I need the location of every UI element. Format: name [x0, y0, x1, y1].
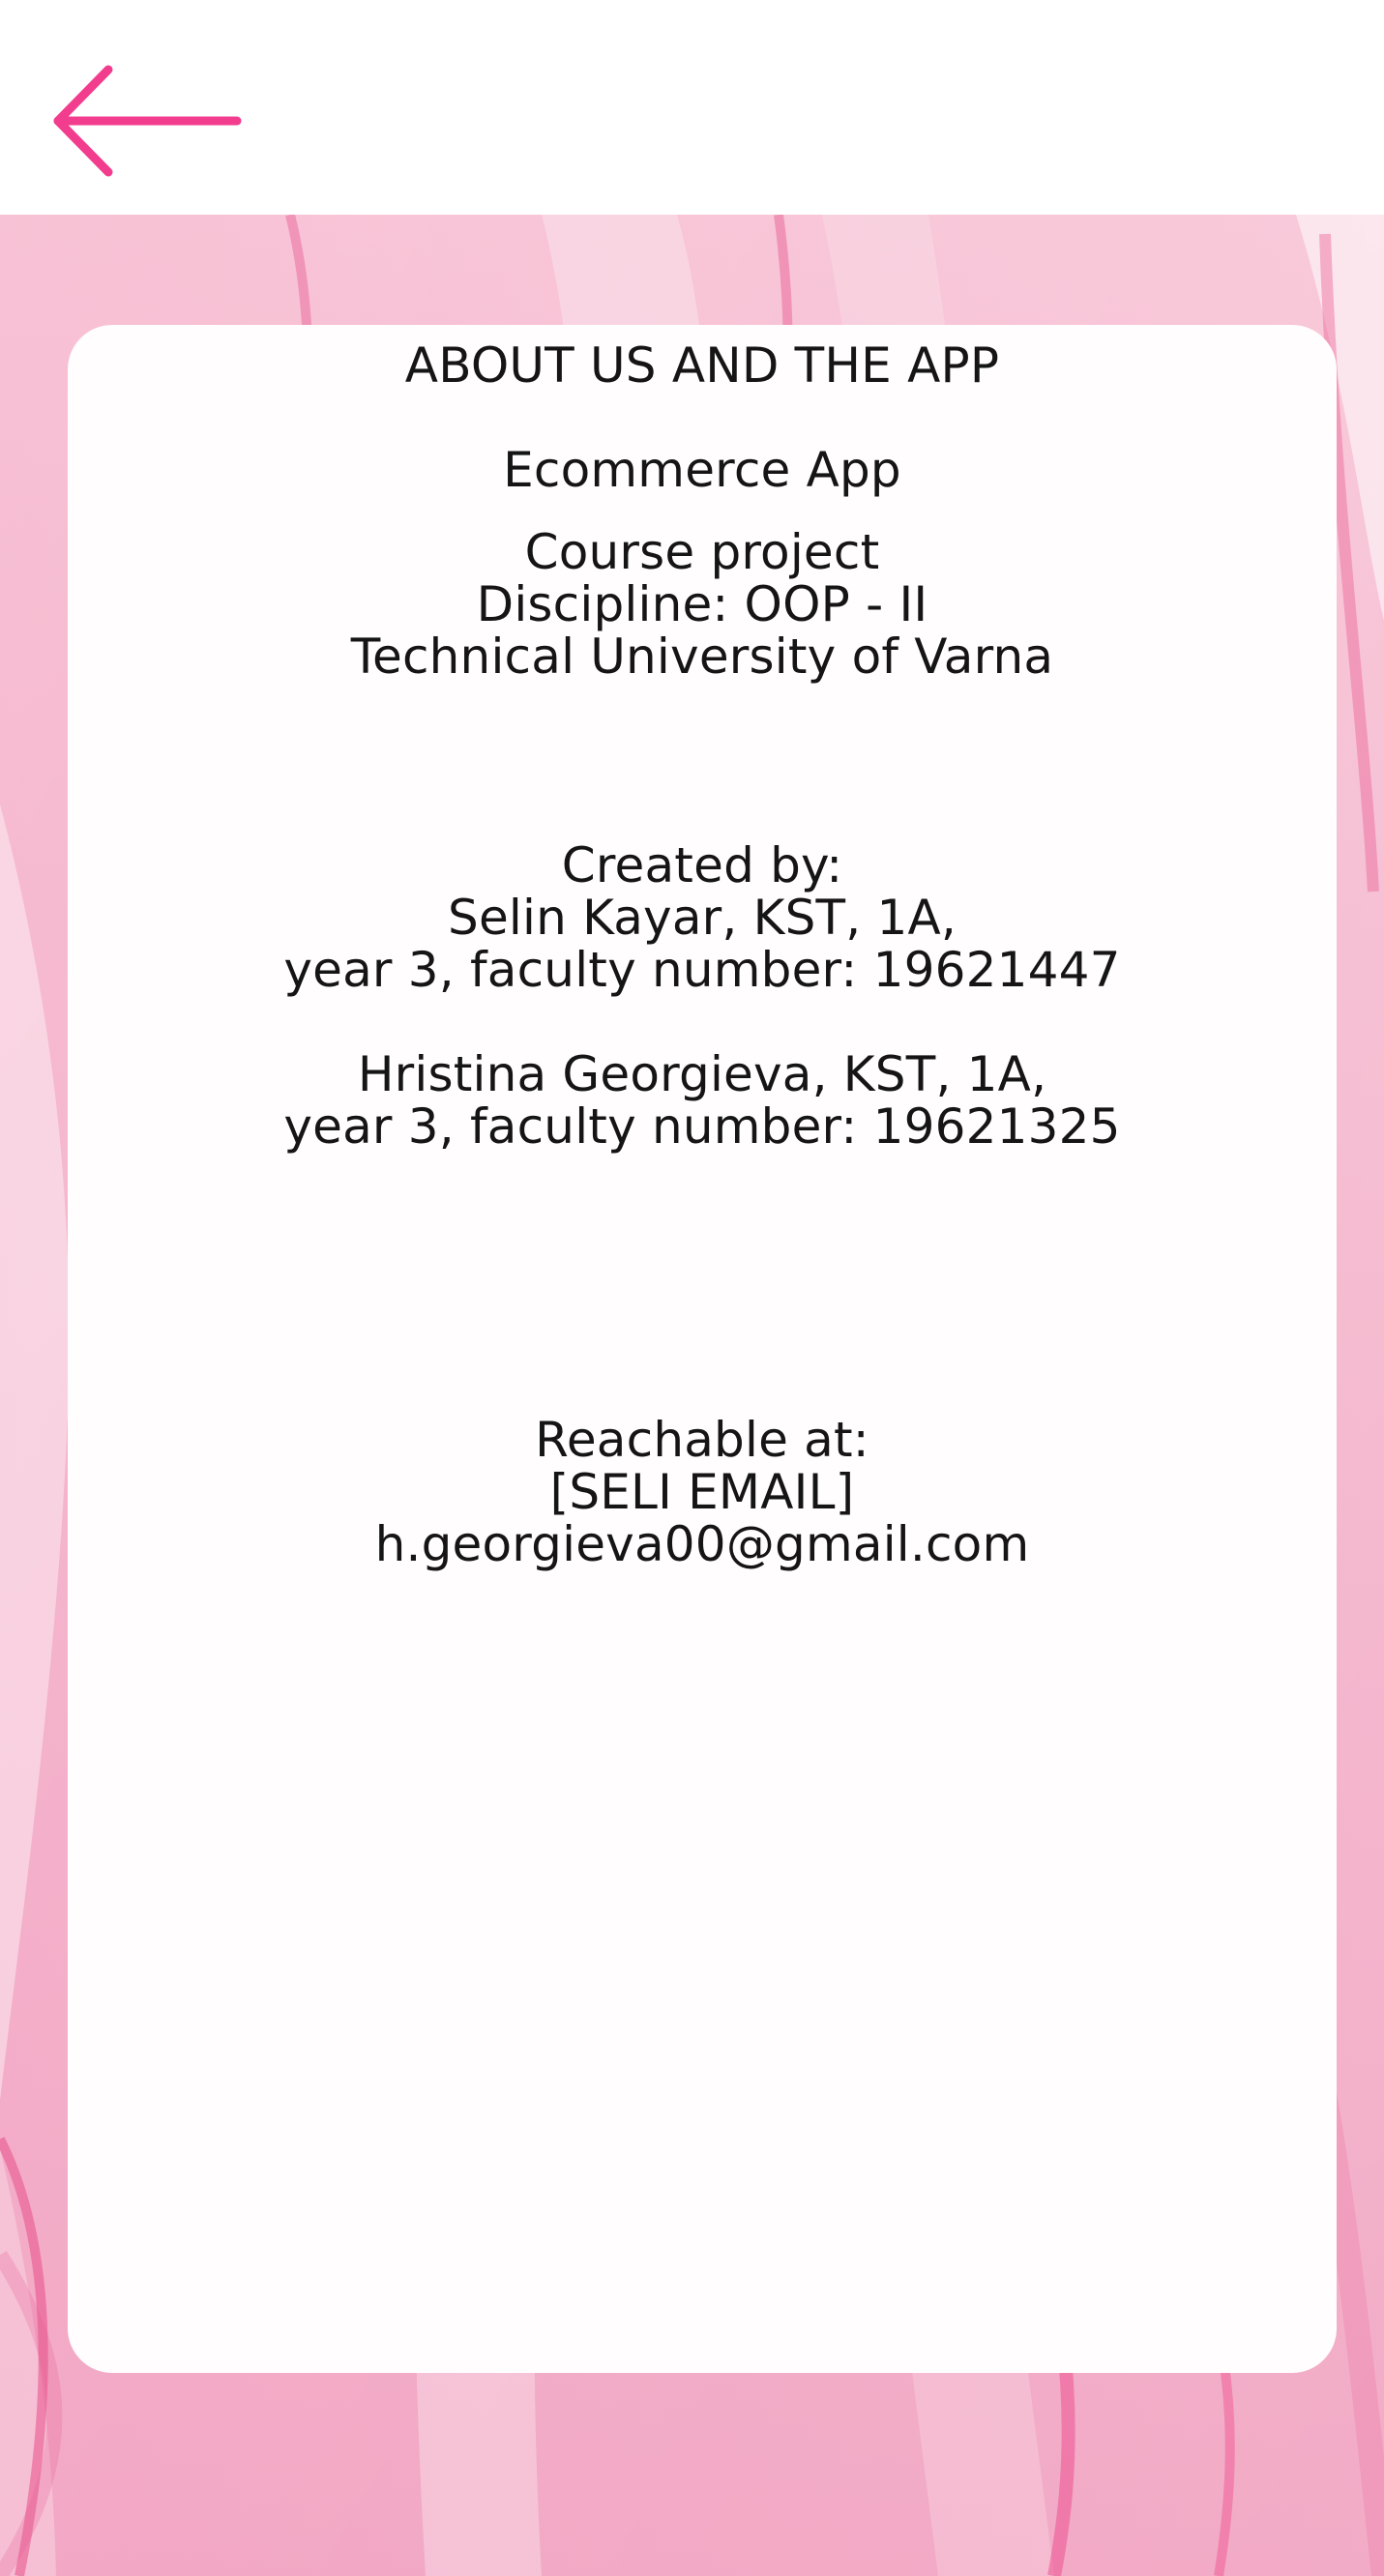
project-line-3: Technical University of Varna — [350, 629, 1054, 685]
created-by-label: Created by: — [561, 837, 843, 893]
author-1-line-2: year 3, faculty number: 19621447 — [283, 942, 1121, 998]
author-2-line-2: year 3, faculty number: 19621325 — [283, 1098, 1121, 1155]
top-bar — [0, 0, 1384, 215]
app-name: Ecommerce App — [503, 442, 901, 498]
project-line-2: Discipline: OOP - II — [476, 576, 928, 632]
arrow-left-icon — [53, 65, 242, 177]
back-button[interactable] — [39, 48, 261, 193]
author-2-line-1: Hristina Georgieva, KST, 1A, — [357, 1046, 1047, 1102]
about-card: ABOUT US AND THE APP Ecommerce App Cours… — [68, 325, 1337, 2373]
contact-label: Reachable at: — [535, 1412, 869, 1468]
contact-email-1: [SELI EMAIL] — [549, 1464, 855, 1520]
author-1-line-1: Selin Kayar, KST, 1A, — [448, 890, 957, 946]
about-title: ABOUT US AND THE APP — [404, 337, 1000, 394]
contact-email-2: h.georgieva00@gmail.com — [374, 1516, 1030, 1572]
project-line-1: Course project — [524, 524, 880, 580]
